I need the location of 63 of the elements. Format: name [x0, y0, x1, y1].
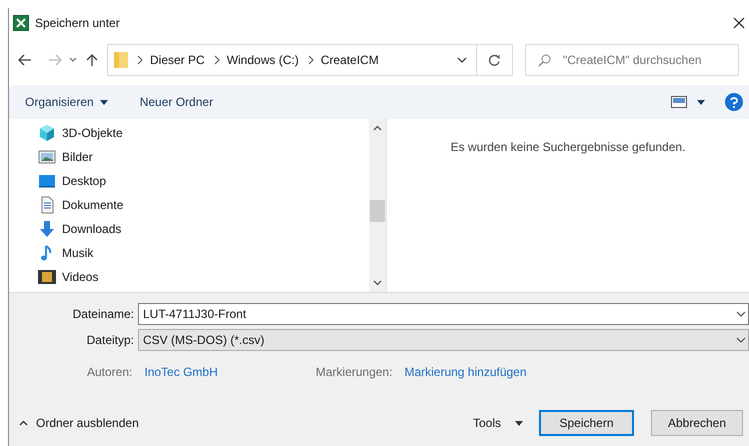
- close-icon: [733, 17, 745, 29]
- folder-icon: [114, 51, 128, 69]
- tools-menu-button[interactable]: Tools: [472, 414, 523, 432]
- navigation-item[interactable]: Dokumente: [38, 193, 369, 217]
- filetype-dropdown[interactable]: CSV (MS-DOS) (*.csv): [138, 329, 749, 351]
- search-box[interactable]: "CreateICM" durchsuchen: [525, 44, 739, 76]
- download-arrow-icon: [38, 220, 56, 238]
- picture-frame-icon: [38, 148, 56, 166]
- breadcrumb-item[interactable]: CreateICM: [320, 51, 379, 69]
- scroll-down-icon: [373, 280, 382, 286]
- organize-menu-button[interactable]: Organisieren: [25, 93, 108, 111]
- dropdown-triangle-icon: [515, 420, 523, 426]
- preview-pane-icon: [671, 96, 687, 108]
- add-tag-link[interactable]: Markierung hinzufügen: [404, 363, 527, 381]
- film-icon: [38, 270, 56, 284]
- chevron-down-icon: [736, 311, 746, 317]
- question-mark-icon: [730, 96, 738, 108]
- filename-input[interactable]: LUT-4711J30-Front: [143, 305, 736, 323]
- navigation-item[interactable]: 3D-Objekte: [38, 121, 369, 145]
- navigation-item[interactable]: Desktop: [38, 169, 369, 193]
- help-button[interactable]: [725, 93, 743, 111]
- scrollbar-thumb[interactable]: [370, 200, 385, 222]
- cancel-button[interactable]: Abbrechen: [651, 410, 743, 436]
- chevron-down-icon: [69, 57, 77, 63]
- monitor-icon: [38, 172, 56, 190]
- tags-label: Markierungen:: [316, 364, 392, 381]
- chevron-down-icon: [457, 57, 467, 63]
- up-arrow-icon: [86, 53, 98, 67]
- back-arrow-icon: [18, 54, 32, 66]
- refresh-button[interactable]: [477, 44, 513, 76]
- spreadsheet-app-icon: [13, 15, 29, 31]
- filename-label: Dateiname:: [72, 306, 134, 323]
- scrollbar[interactable]: [369, 119, 386, 292]
- navigation-item[interactable]: Musik: [38, 241, 369, 265]
- new-folder-button[interactable]: Neuer Ordner: [140, 93, 214, 111]
- chevron-icon: [306, 55, 315, 65]
- breadcrumb-item[interactable]: Windows (C:): [226, 51, 299, 69]
- authors-label: Autoren:: [87, 364, 132, 381]
- search-field[interactable]: "CreateICM" durchsuchen: [563, 51, 733, 69]
- cube-icon: [38, 124, 56, 142]
- forward-arrow-icon: [48, 54, 62, 66]
- view-options-button[interactable]: [671, 96, 705, 108]
- hide-folders-button[interactable]: Ordner ausblenden: [19, 414, 139, 432]
- scroll-up-icon: [373, 125, 382, 131]
- chevron-icon: [212, 55, 221, 65]
- search-icon: [538, 54, 551, 66]
- dropdown-triangle-icon: [100, 100, 108, 104]
- filename-field[interactable]: LUT-4711J30-Front: [138, 303, 749, 325]
- authors-value[interactable]: InoTec GmbH: [144, 363, 218, 381]
- dropdown-triangle-icon: [697, 100, 705, 104]
- chevron-down-icon: [736, 337, 746, 343]
- empty-results-message: Es wurden keine Suchergebnisse gefunden.: [450, 139, 686, 156]
- refresh-icon: [488, 54, 501, 66]
- navigation-item[interactable]: Downloads: [38, 217, 369, 241]
- navigation-item[interactable]: Bilder: [38, 145, 369, 169]
- breadcrumb-item[interactable]: Dieser PC: [150, 51, 205, 69]
- address-bar[interactable]: Dieser PC Windows (C:) CreateICM: [107, 44, 477, 76]
- window-title: Speichern unter: [35, 15, 120, 32]
- filetype-label: Dateityp:: [86, 332, 134, 349]
- chevron-icon: [136, 55, 144, 65]
- save-button[interactable]: Speichern: [539, 410, 634, 436]
- navigation-item[interactable]: Videos: [38, 265, 369, 289]
- chevron-up-icon: [19, 420, 28, 426]
